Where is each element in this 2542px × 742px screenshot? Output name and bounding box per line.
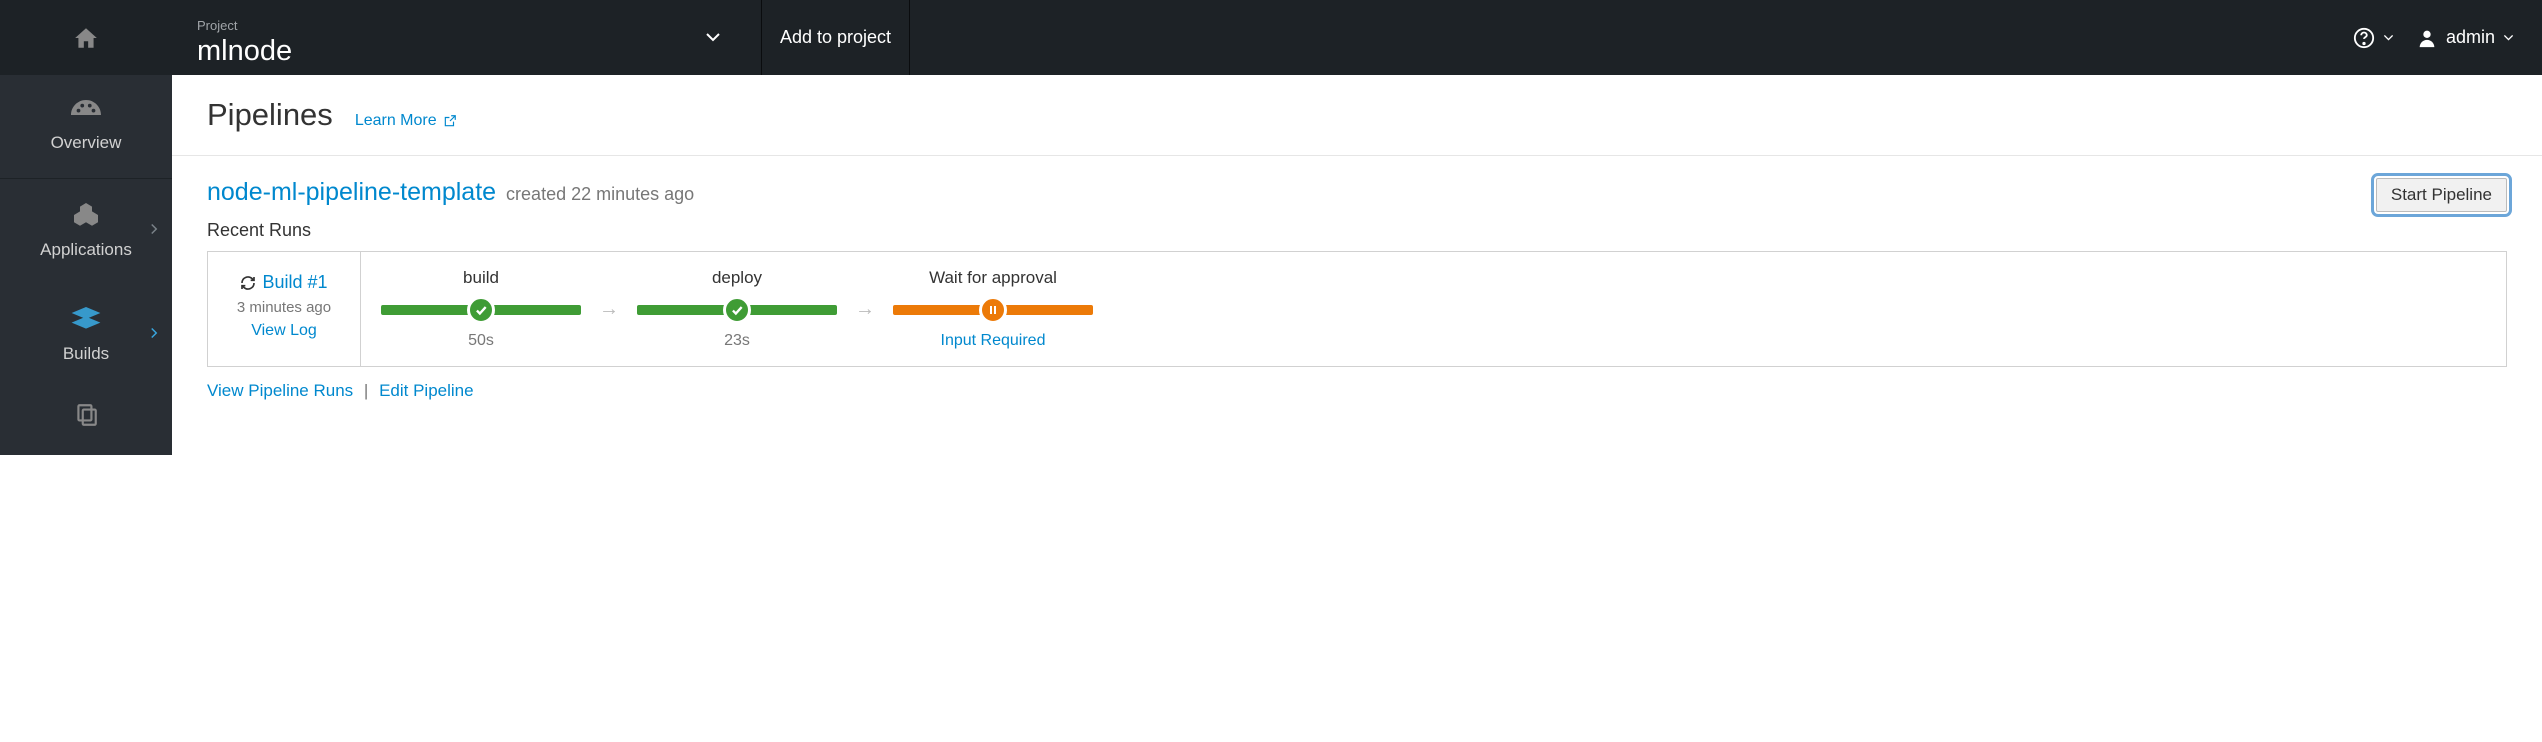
external-link-icon: [443, 114, 457, 128]
chevron-right-icon: [150, 326, 158, 344]
layers-icon: [71, 307, 101, 336]
runs-box: Build #1 3 minutes ago View Log build: [207, 251, 2507, 367]
sidebar: Overview Applications Builds: [0, 75, 172, 455]
dashboard-icon: [71, 100, 101, 125]
topbar: Project mlnode Add to project admin: [0, 0, 2542, 75]
pipeline-header: node-ml-pipeline-template created 22 min…: [207, 178, 2507, 212]
user-menu[interactable]: admin: [2416, 27, 2514, 49]
stages: build 50s → deploy: [361, 252, 2506, 366]
stage-bar: [381, 298, 581, 322]
stage-name: build: [463, 268, 499, 288]
project-selector[interactable]: Project mlnode: [172, 0, 762, 75]
sidebar-item-label: Applications: [40, 240, 132, 260]
sidebar-item-label: Builds: [63, 344, 109, 364]
edit-pipeline-link[interactable]: Edit Pipeline: [379, 381, 474, 400]
user-name: admin: [2446, 27, 2495, 48]
add-to-project-button[interactable]: Add to project: [762, 0, 910, 75]
pipeline-block: node-ml-pipeline-template created 22 min…: [172, 156, 2542, 423]
content: Pipelines Learn More node-ml-pipeline-te…: [172, 75, 2542, 455]
stage-approval: Wait for approval Input Required: [893, 268, 1093, 350]
stage-duration: 50s: [468, 332, 494, 350]
sidebar-item-overview[interactable]: Overview: [0, 75, 172, 179]
start-pipeline-button[interactable]: Start Pipeline: [2376, 178, 2507, 212]
stage-bar: [893, 298, 1093, 322]
check-icon: [723, 296, 751, 324]
home-icon: [71, 25, 101, 51]
page-title: Pipelines: [207, 97, 333, 133]
help-icon: [2353, 27, 2375, 49]
check-icon: [467, 296, 495, 324]
stage-bar: [637, 298, 837, 322]
sidebar-item-more[interactable]: [0, 387, 172, 447]
sidebar-item-applications[interactable]: Applications: [0, 179, 172, 283]
input-required-link[interactable]: Input Required: [941, 332, 1046, 350]
add-to-project-label: Add to project: [780, 27, 891, 48]
view-log-link[interactable]: View Log: [251, 322, 317, 340]
learn-more-label: Learn More: [355, 112, 437, 130]
user-icon: [2416, 27, 2438, 49]
chevron-down-icon: [2503, 34, 2514, 41]
project-name: mlnode: [197, 35, 736, 68]
copy-icon: [73, 402, 99, 433]
view-pipeline-runs-link[interactable]: View Pipeline Runs: [207, 381, 353, 400]
topbar-right: admin: [2353, 0, 2542, 75]
sidebar-item-label: Overview: [51, 133, 122, 153]
stage-duration: 23s: [724, 332, 750, 350]
chevron-down-icon: [2383, 34, 2394, 41]
build-label: Build #1: [262, 272, 327, 293]
recent-runs-label: Recent Runs: [207, 220, 2507, 241]
chevron-right-icon: [150, 222, 158, 240]
project-label: Project: [197, 18, 736, 33]
sidebar-item-builds[interactable]: Builds: [0, 283, 172, 387]
learn-more-link[interactable]: Learn More: [355, 112, 457, 130]
layout: Overview Applications Builds: [0, 75, 2542, 455]
stage-deploy: deploy 23s: [637, 268, 837, 350]
run-age: 3 minutes ago: [237, 299, 331, 316]
home-button[interactable]: [0, 0, 172, 75]
refresh-icon: [240, 275, 256, 291]
arrow-right-icon: →: [855, 298, 875, 321]
chevron-down-icon: [705, 29, 721, 47]
page-header: Pipelines Learn More: [172, 75, 2542, 156]
build-link[interactable]: Build #1: [240, 272, 327, 293]
run-meta: Build #1 3 minutes ago View Log: [208, 252, 361, 366]
pipeline-title-group: node-ml-pipeline-template created 22 min…: [207, 178, 694, 207]
pause-icon: [979, 296, 1007, 324]
topbar-spacer: [910, 0, 2353, 75]
pipeline-name-link[interactable]: node-ml-pipeline-template: [207, 178, 496, 207]
pipeline-footer: View Pipeline Runs | Edit Pipeline: [207, 381, 2507, 401]
arrow-right-icon: →: [599, 298, 619, 321]
separator: |: [364, 381, 368, 400]
stage-name: Wait for approval: [929, 268, 1057, 288]
stage-name: deploy: [712, 268, 762, 288]
cubes-icon: [71, 203, 101, 232]
stage-build: build 50s: [381, 268, 581, 350]
help-menu[interactable]: [2353, 27, 2394, 49]
pipeline-created: created 22 minutes ago: [506, 184, 694, 205]
